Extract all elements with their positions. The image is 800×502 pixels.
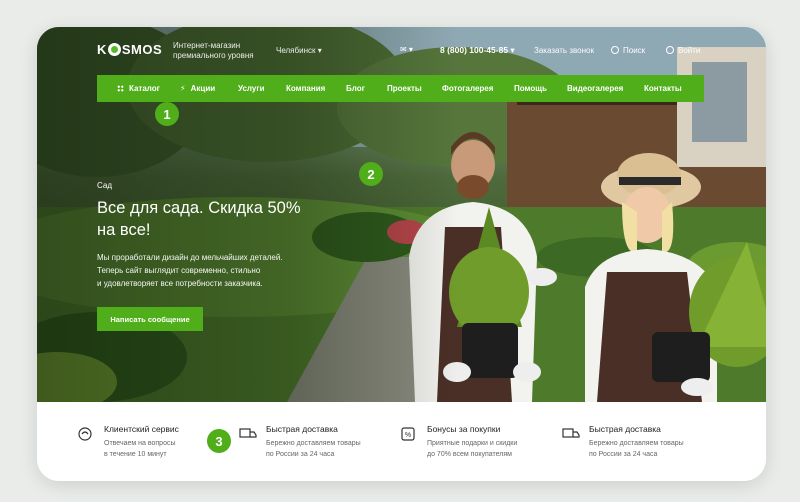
nav-item-catalog[interactable]: Каталог	[117, 84, 160, 93]
feature-item: Быстрая доставка Бережно доставляем това…	[266, 424, 416, 460]
mail-dropdown[interactable]: ✉ ▾	[400, 45, 413, 54]
delivery-icon	[239, 428, 257, 438]
svg-text:%: %	[405, 432, 411, 439]
logo-text-left: K	[97, 42, 107, 57]
hero-title: Все для сада. Скидка 50% на все!	[97, 197, 357, 241]
callback-link[interactable]: Заказать звонок	[534, 46, 594, 55]
login-button[interactable]: Войти	[666, 46, 700, 55]
site-window: K SMOS Интернет-магазин премиального уров…	[37, 27, 766, 481]
nav-item-videogallery[interactable]: Видеогалерея	[567, 84, 623, 93]
feature-item: Клиентский сервис Отвечаем на вопросы в …	[104, 424, 254, 460]
features-bar: Клиентский сервис Отвечаем на вопросы в …	[37, 402, 766, 481]
hero-desc-line-1: Мы проработали дизайн до мельчайших дета…	[97, 253, 283, 262]
nav-item-sales[interactable]: ⚡ Акции	[180, 84, 215, 93]
feature-sub-line-2: по России за 24 часа	[266, 451, 335, 458]
nav-item-help[interactable]: Помощь	[514, 84, 547, 93]
nav-item-blog[interactable]: Блог	[346, 84, 365, 93]
send-message-button[interactable]: Написать сообщение	[97, 307, 203, 331]
tagline-line-1: Интернет-магазин	[173, 41, 241, 50]
feature-title: Быстрая доставка	[266, 424, 338, 434]
hero-banner: K SMOS Интернет-магазин премиального уров…	[37, 27, 766, 402]
mail-icon: ✉	[400, 45, 407, 54]
feature-sub-line-1: Отвечаем на вопросы	[104, 440, 176, 447]
feature-sub-line-1: Бережно доставляем товары	[589, 440, 684, 447]
login-label: Войти	[678, 46, 701, 55]
support-icon	[78, 427, 92, 441]
nav-item-company[interactable]: Компания	[286, 84, 325, 93]
nav-item-contacts[interactable]: Контакты	[644, 84, 682, 93]
nav-item-services[interactable]: Услуги	[238, 84, 265, 93]
annotation-badge-1: 1	[155, 102, 179, 126]
main-nav: Каталог ⚡ Акции Услуги Компания Блог Прое…	[97, 75, 704, 102]
feature-sub-line-2: в течение 10 минут	[104, 451, 167, 458]
hero-title-line-2: на все!	[97, 221, 151, 239]
bolt-icon: ⚡	[180, 84, 186, 93]
feature-sub-line-2: до 70% всем покупателям	[427, 451, 512, 458]
hero-desc-line-3: и удовлетворяет все потребности заказчик…	[97, 279, 263, 288]
chevron-down-icon: ▾	[406, 45, 413, 54]
tagline-line-2: премиального уровня	[173, 51, 254, 60]
search-icon	[611, 46, 619, 54]
feature-title: Клиентский сервис	[104, 424, 179, 434]
tagline: Интернет-магазин премиального уровня	[173, 41, 254, 61]
feature-item: Быстрая доставка Бережно доставляем това…	[589, 424, 739, 460]
chevron-down-icon: ▾	[510, 45, 515, 55]
user-icon	[666, 46, 674, 54]
hero-title-line-1: Все для сада. Скидка 50%	[97, 199, 301, 217]
logo-icon	[107, 43, 121, 56]
search-label: Поиск	[623, 46, 646, 55]
feature-item: Бонусы за покупки Приятные подарки и ски…	[427, 424, 577, 460]
logo[interactable]: K SMOS	[97, 42, 162, 57]
hero-eyebrow: Сад	[97, 181, 112, 190]
nav-item-projects[interactable]: Проекты	[387, 84, 422, 93]
feature-sub-line-1: Бережно доставляем товары	[266, 440, 361, 447]
site-header: K SMOS Интернет-магазин премиального уров…	[37, 27, 766, 73]
discount-icon: %	[401, 427, 415, 441]
city-selector[interactable]: Челябинск ▾	[276, 46, 322, 55]
logo-text-right: SMOS	[121, 42, 163, 57]
feature-title: Быстрая доставка	[589, 424, 661, 434]
nav-label: Каталог	[129, 84, 160, 93]
hero-description: Мы проработали дизайн до мельчайших дета…	[97, 251, 327, 290]
feature-title: Бонусы за покупки	[427, 424, 501, 434]
nav-label: Акции	[190, 84, 216, 93]
city-label: Челябинск	[276, 46, 316, 55]
hero-desc-line-2: Теперь сайт выглядит современно, стильно	[97, 266, 261, 275]
phone-number: 8 (800) 100-45-85	[440, 45, 509, 55]
search-button[interactable]: Поиск	[611, 46, 645, 55]
chevron-down-icon: ▾	[317, 46, 322, 55]
feature-sub-line-2: по России за 24 часа	[589, 451, 658, 458]
nav-item-photogallery[interactable]: Фотогалерея	[442, 84, 493, 93]
phone-dropdown[interactable]: 8 (800) 100-45-85 ▾	[440, 45, 515, 56]
feature-sub-line-1: Приятные подарки и скидки	[427, 440, 518, 447]
grid-icon	[117, 85, 124, 92]
annotation-badge-2: 2	[359, 162, 383, 186]
delivery-icon	[562, 428, 580, 438]
annotation-badge-3: 3	[207, 429, 231, 453]
